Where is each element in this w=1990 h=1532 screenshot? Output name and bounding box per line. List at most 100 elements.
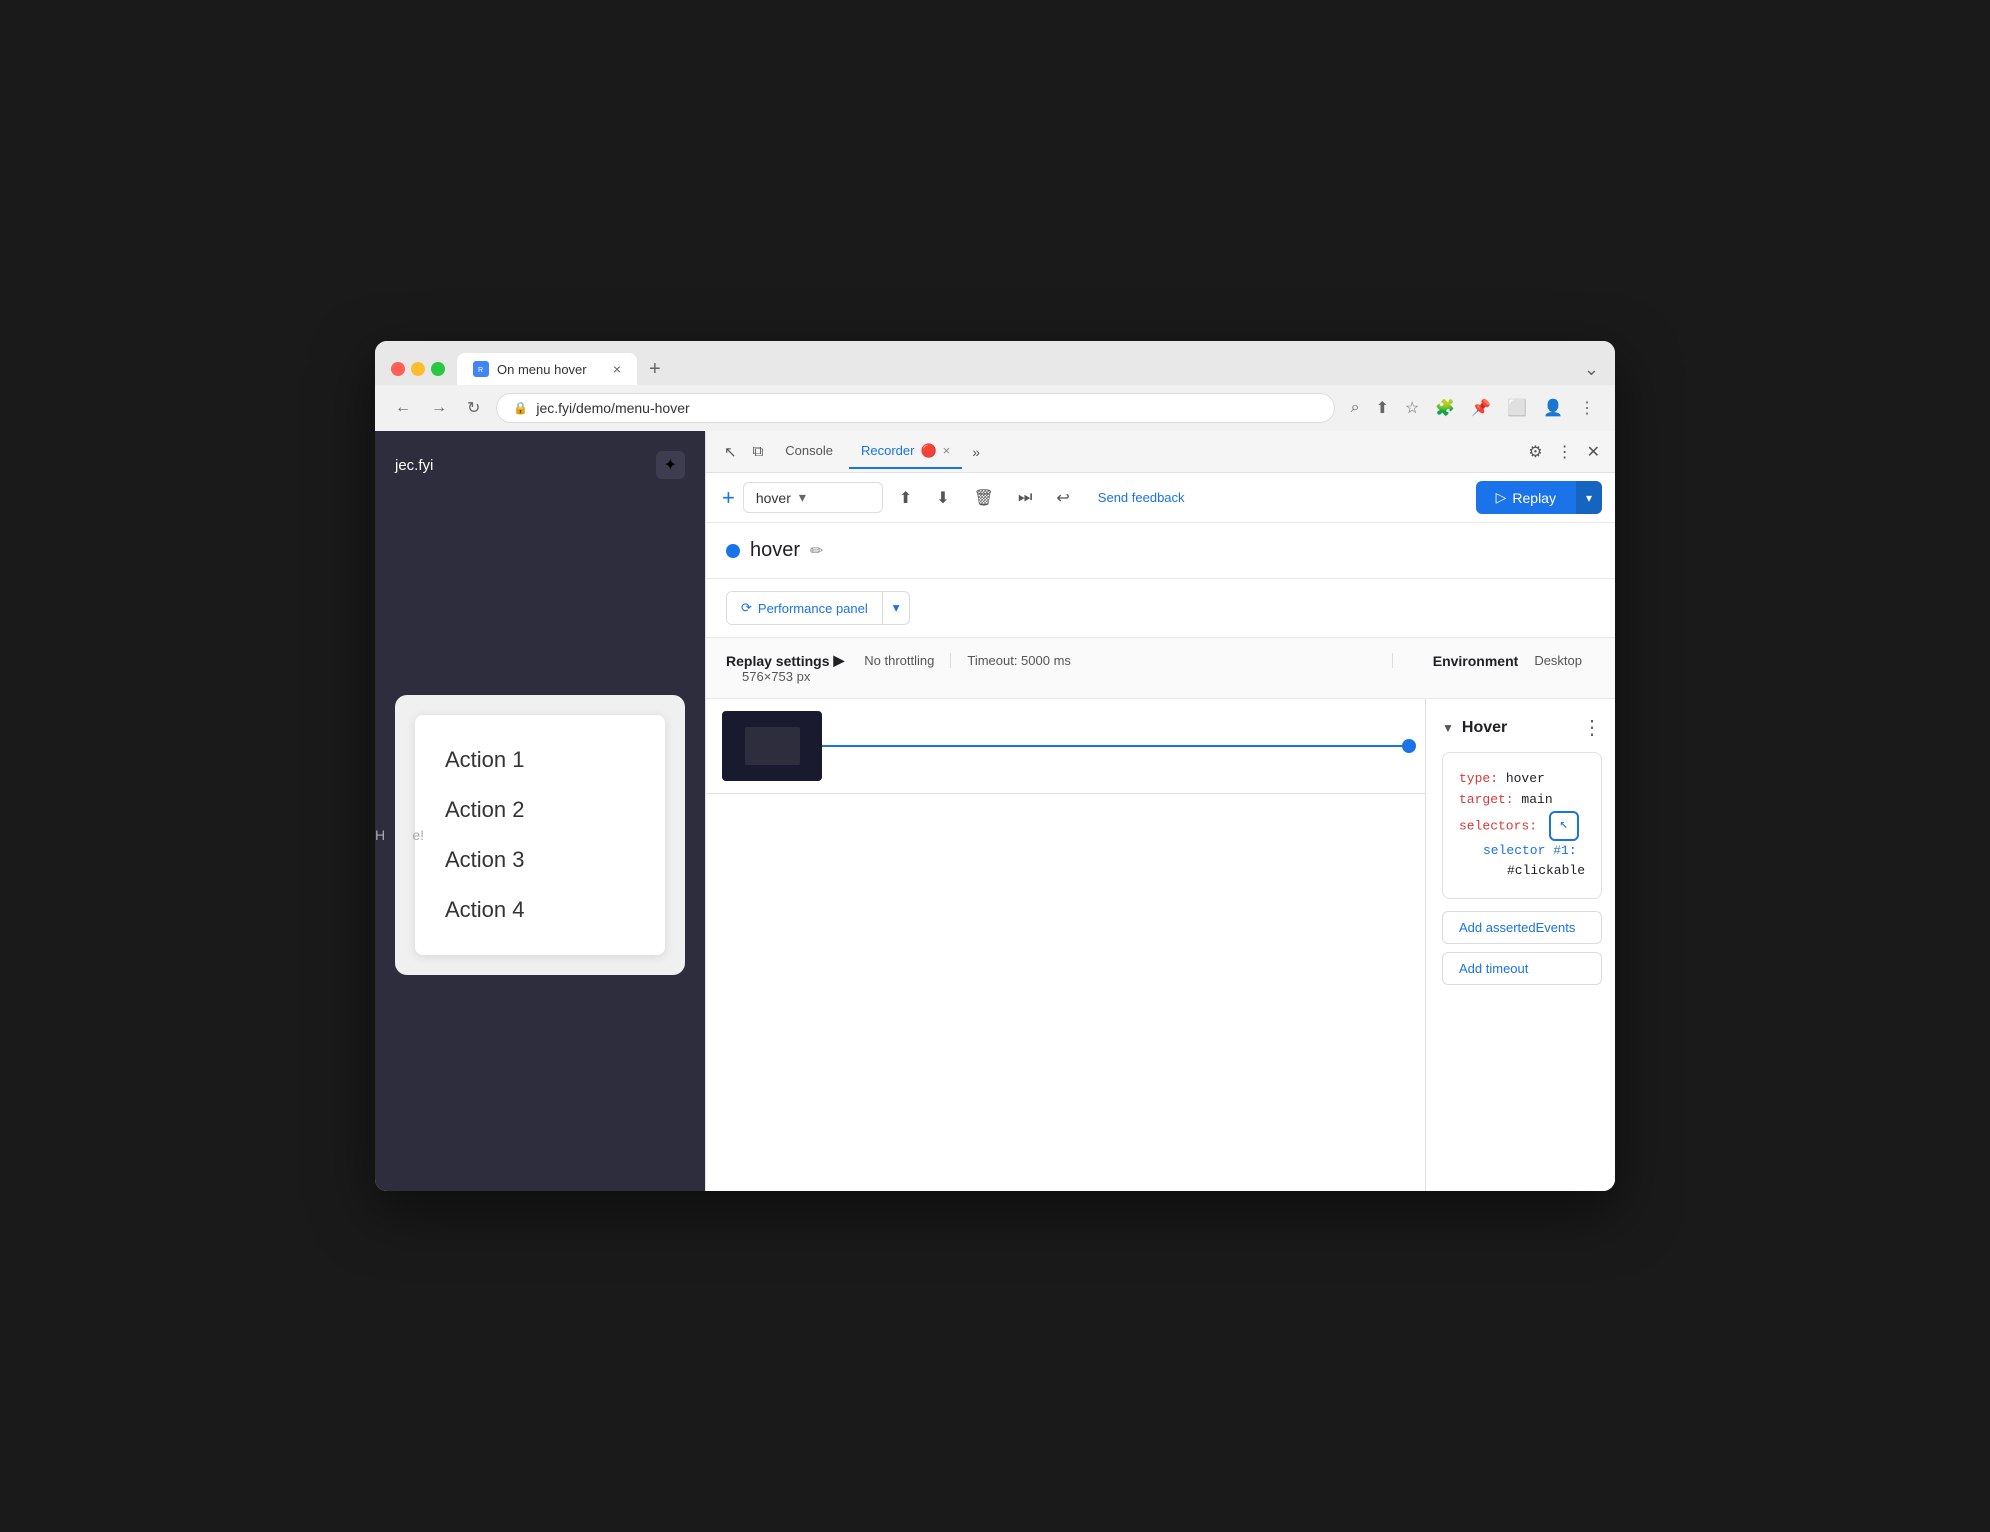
add-timeout-button[interactable]: Add timeout: [1442, 952, 1602, 985]
more-tabs-button[interactable]: »: [966, 438, 986, 466]
back-button[interactable]: ←: [391, 395, 415, 421]
step-button[interactable]: ⏭: [1010, 483, 1040, 513]
undo-button[interactable]: ↩: [1048, 482, 1077, 514]
timeline-visual: [706, 699, 1425, 794]
recorder-tab[interactable]: Recorder 🔴 ×: [849, 435, 962, 469]
timeline-thumbnail: [722, 711, 822, 781]
settings-bar: Replay settings ▶ No throttling Timeout:…: [706, 638, 1615, 699]
refresh-button[interactable]: ↻: [463, 394, 484, 422]
menu-container: H e! Action 1 Action 2 Action 3 Action 4: [395, 695, 685, 975]
nav-icons: ⌕ ⬆ ☆ 🧩 📌 ⬜ 👤 ⋮: [1347, 394, 1599, 422]
menu-item-3: Action 3: [445, 835, 635, 885]
device-toolbar-button[interactable]: ⧉: [747, 437, 770, 466]
replay-settings-label[interactable]: Replay settings ▶: [726, 652, 844, 669]
extensions-icon[interactable]: 🧩: [1431, 394, 1459, 422]
recording-dropdown-arrow: ▾: [799, 489, 806, 506]
type-val: hover: [1506, 771, 1545, 786]
replay-dropdown-button[interactable]: ▾: [1576, 481, 1602, 514]
timeline-strip: [706, 699, 1426, 1191]
tab-title: On menu hover: [497, 362, 587, 377]
tab-bar: R On menu hover × +: [457, 353, 1572, 385]
replay-button-group: ▷ Replay ▾: [1476, 481, 1602, 514]
pin-icon[interactable]: 📌: [1467, 394, 1495, 422]
recording-title-area: hover ✏: [706, 523, 1615, 579]
code-line-target: target: main: [1459, 790, 1585, 811]
minimize-traffic-light[interactable]: [411, 362, 425, 376]
replay-button[interactable]: ▷ Replay: [1476, 481, 1576, 514]
perf-label: Performance panel: [758, 601, 868, 616]
environment-label: Environment: [1393, 653, 1519, 669]
desktop-value: Desktop: [1518, 653, 1598, 668]
recording-title: hover: [750, 539, 800, 562]
profile-icon[interactable]: 👤: [1539, 394, 1567, 422]
search-icon[interactable]: ⌕: [1347, 395, 1364, 421]
recording-name: hover: [756, 490, 791, 506]
tab-close-button[interactable]: ×: [613, 361, 621, 377]
recorder-label: Recorder: [861, 443, 914, 458]
svg-text:R: R: [478, 367, 483, 374]
upload-button[interactable]: ⬆: [891, 482, 920, 514]
devtools-panel: ↖ ⧉ Console Recorder 🔴 × » ⚙ ⋮ ✕ +: [705, 431, 1615, 1191]
more-options-button[interactable]: ⋮: [1551, 436, 1579, 468]
code-line-selectors: selectors: ↖: [1459, 811, 1585, 841]
recorder-tab-close[interactable]: ×: [943, 443, 951, 458]
menu-item-4: Action 4: [445, 885, 635, 935]
inspector-icon-button[interactable]: ↖: [718, 437, 743, 467]
share-icon[interactable]: ⬆: [1372, 394, 1393, 422]
target-key: target:: [1459, 792, 1514, 807]
theme-toggle-button[interactable]: ✦: [656, 451, 685, 479]
code-line-selector-val: #clickable: [1459, 861, 1585, 882]
browser-window: R On menu hover × + ⌄ ← → ↻ 🔒 jec.fyi/de…: [375, 341, 1615, 1191]
tab-dropdown-icon[interactable]: ⌄: [1584, 359, 1599, 380]
recording-indicator: [726, 544, 740, 558]
timeline-dot: [1402, 739, 1416, 753]
thumb-inner: [745, 727, 800, 765]
step-expand-icon[interactable]: ▼: [1442, 721, 1454, 735]
close-traffic-light[interactable]: [391, 362, 405, 376]
button-row: ⟳ Performance panel ▾: [706, 579, 1615, 638]
tab-favicon: R: [473, 361, 489, 377]
code-block: type: hover target: main selectors: ↖: [1442, 752, 1602, 899]
forward-button[interactable]: →: [427, 395, 451, 421]
star-icon[interactable]: ☆: [1401, 394, 1423, 422]
recorder-icon: 🔴: [920, 443, 936, 459]
performance-dropdown-button[interactable]: ▾: [883, 592, 910, 624]
window-icon[interactable]: ⬜: [1503, 394, 1531, 422]
step-header: ▼ Hover ⋮: [1442, 715, 1602, 740]
devtools-close-button[interactable]: ✕: [1581, 436, 1606, 468]
lock-icon: 🔒: [513, 401, 528, 415]
code-line-type: type: hover: [1459, 769, 1585, 790]
timeline-connector: [822, 745, 1409, 747]
code-line-selector-num: selector #1:: [1459, 841, 1585, 862]
maximize-traffic-light[interactable]: [431, 362, 445, 376]
timeline-area: ▼ Hover ⋮ type: hover target: main: [706, 699, 1615, 1191]
menu-item-1: Action 1: [445, 735, 635, 785]
active-tab[interactable]: R On menu hover ×: [457, 353, 637, 385]
send-feedback-link[interactable]: Send feedback: [1098, 490, 1185, 505]
step-panel: ▼ Hover ⋮ type: hover target: main: [1426, 699, 1615, 1191]
add-recording-button[interactable]: +: [722, 485, 735, 511]
type-key: type:: [1459, 771, 1498, 786]
more-icon[interactable]: ⋮: [1575, 394, 1599, 422]
selector-num-link[interactable]: selector #1:: [1483, 843, 1577, 858]
edit-title-icon[interactable]: ✏: [810, 541, 823, 561]
site-name: jec.fyi: [395, 457, 433, 474]
selector-picker-button[interactable]: ↖: [1549, 811, 1579, 841]
menu-item-2: Action 2: [445, 785, 635, 835]
recorder-main-toolbar: + hover ▾ ⬆ ⬇ 🗑 ⏭ ↩ Send feedback ▷ Repl…: [706, 473, 1615, 523]
settings-gear-button[interactable]: ⚙: [1522, 436, 1548, 468]
webpage-panel: jec.fyi ✦ H e! Action 1 Action 2 Action …: [375, 431, 705, 1191]
performance-panel-button[interactable]: ⟳ Performance panel: [727, 592, 883, 624]
toolbar-actions: ⚙ ⋮ ✕: [1522, 436, 1606, 468]
console-tab[interactable]: Console: [773, 435, 845, 468]
address-bar[interactable]: 🔒 jec.fyi/demo/menu-hover: [496, 393, 1334, 423]
devtools-toolbar: ↖ ⧉ Console Recorder 🔴 × » ⚙ ⋮ ✕: [706, 431, 1615, 473]
page-header: jec.fyi ✦: [395, 451, 685, 479]
delete-button[interactable]: 🗑: [966, 482, 1002, 514]
download-button[interactable]: ⬇: [928, 482, 957, 514]
recording-select[interactable]: hover ▾: [743, 482, 883, 513]
step-more-button[interactable]: ⋮: [1582, 715, 1602, 740]
add-asserted-events-button[interactable]: Add assertedEvents: [1442, 911, 1602, 944]
traffic-lights: [391, 362, 445, 376]
new-tab-button[interactable]: +: [641, 354, 669, 385]
